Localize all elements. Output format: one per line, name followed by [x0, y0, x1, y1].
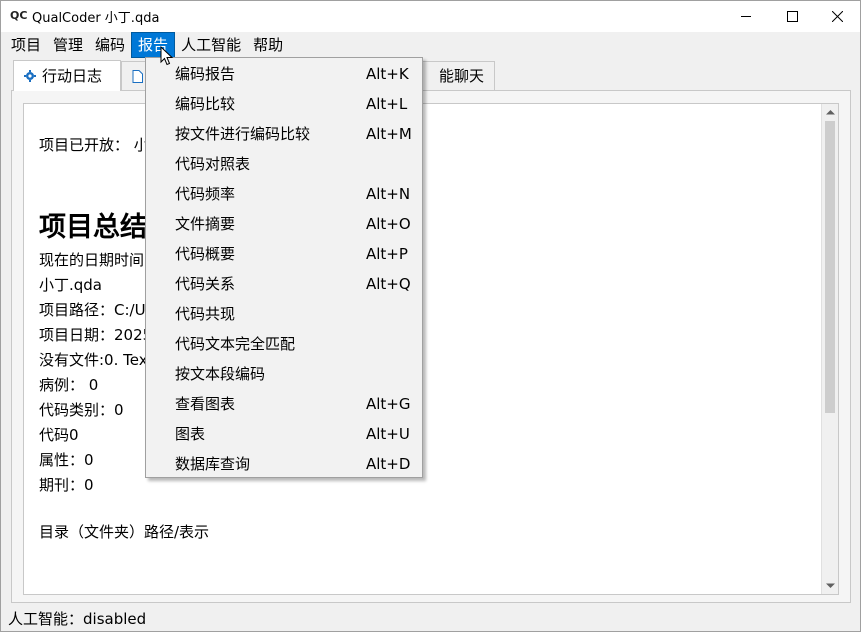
menu-item-label: 代码共现	[175, 305, 236, 323]
menu-item-shortcut: Alt+N	[366, 185, 411, 203]
document-icon	[132, 69, 143, 83]
menu-item-shortcut: Alt+U	[366, 425, 410, 443]
tab-action-log-label: 行动日志	[42, 66, 103, 85]
log-line: 代码0	[39, 426, 79, 444]
menu-item-label: 编码比较	[175, 95, 236, 113]
menu-item-coding-comparison-by-file[interactable]: 按文件进行编码比较 Alt+M	[147, 119, 421, 149]
menu-item-shortcut: Alt+D	[366, 455, 411, 473]
menu-item-charts[interactable]: 图表 Alt+U	[147, 419, 421, 449]
maximize-icon	[786, 11, 798, 22]
menu-item-label: 代码关系	[175, 275, 236, 293]
menu-item-database-query[interactable]: 数据库查询 Alt+D	[147, 449, 421, 479]
action-log-panel: 项目已开放： 小丁 项目总结 现在的日期时间： 小丁.qda 项目路径：C:/U…	[11, 90, 851, 603]
gear-icon	[24, 70, 36, 82]
menu-item-view-graph[interactable]: 查看图表 Alt+G	[147, 389, 421, 419]
menu-item-shortcut: Alt+O	[366, 215, 411, 233]
menu-item-label: 代码对照表	[175, 155, 251, 173]
menu-item-label: 查看图表	[175, 395, 236, 413]
project-summary-heading: 项目总结	[39, 212, 147, 243]
reports-dropdown-menu: 编码报告 Alt+K 编码比较 Alt+L 按文件进行编码比较 Alt+M 代码…	[145, 57, 423, 478]
menu-item-shortcut: Alt+G	[366, 395, 411, 413]
close-icon	[831, 11, 843, 22]
log-line: 代码类别：0	[39, 401, 124, 419]
log-line: 项目日期：2025-	[39, 326, 158, 344]
log-line: 病例： 0	[39, 376, 99, 394]
menu-item-label: 数据库查询	[175, 455, 251, 473]
menu-item-label: 图表	[175, 425, 206, 443]
close-button[interactable]	[814, 1, 860, 32]
menu-ai[interactable]: 人工智能	[175, 32, 247, 58]
maximize-button[interactable]	[769, 1, 815, 32]
minimize-button[interactable]	[723, 1, 769, 32]
menu-item-code-summary[interactable]: 代码概要 Alt+P	[147, 239, 421, 269]
menu-item-code-frequency[interactable]: 代码频率 Alt+N	[147, 179, 421, 209]
minimize-icon	[740, 16, 751, 17]
menu-item-label: 代码文本完全匹配	[175, 335, 296, 353]
menu-item-code-text-exact-match[interactable]: 代码文本完全匹配	[147, 329, 421, 359]
chevron-up-icon	[825, 110, 835, 115]
menu-item-shortcut: Alt+M	[366, 125, 412, 143]
menu-item-shortcut: Alt+P	[366, 245, 408, 263]
tab-ai-chat-label: 能聊天	[438, 66, 484, 85]
menu-item-label: 按文本段编码	[175, 365, 266, 383]
vertical-scrollbar[interactable]	[821, 104, 838, 594]
mouse-cursor-icon	[160, 46, 174, 66]
tab-action-log[interactable]: 行动日志	[13, 60, 121, 91]
menu-item-code-cross-table[interactable]: 代码对照表	[147, 149, 421, 179]
menu-item-file-summary[interactable]: 文件摘要 Alt+O	[147, 209, 421, 239]
chevron-down-icon	[825, 583, 835, 588]
main-window: QC QualCoder 小丁.qda 项目 管理 编码 报告 人工智能 帮助	[0, 0, 861, 632]
menu-bar: 项目 管理 编码 报告 人工智能 帮助	[1, 32, 860, 58]
status-bar: 人工智能：disabled	[8, 610, 147, 628]
scroll-up-button[interactable]	[822, 104, 838, 120]
menu-item-coding-comparison[interactable]: 编码比较 Alt+L	[147, 89, 421, 119]
menu-coding[interactable]: 编码	[89, 32, 131, 58]
directory-text: 目录（文件夹）路径/表示	[39, 523, 210, 541]
menu-project[interactable]: 项目	[5, 32, 47, 58]
menu-item-shortcut: Alt+Q	[366, 275, 411, 293]
menu-item-code-cooccurrence[interactable]: 代码共现	[147, 299, 421, 329]
menu-item-code-by-text-segment[interactable]: 按文本段编码	[147, 359, 421, 389]
log-line: 小丁.qda	[39, 276, 103, 294]
log-line: 没有文件:0. Text	[39, 351, 154, 369]
log-line: 现在的日期时间：	[39, 251, 160, 269]
menu-help[interactable]: 帮助	[247, 32, 289, 58]
menu-item-label: 代码概要	[175, 245, 236, 263]
menu-item-code-relations[interactable]: 代码关系 Alt+Q	[147, 269, 421, 299]
log-line: 期刊：0	[39, 476, 94, 494]
tab-bar: 行动日志 能聊天	[11, 60, 851, 91]
menu-item-label: 文件摘要	[175, 215, 236, 233]
scroll-down-button[interactable]	[822, 578, 838, 594]
menu-item-coding-report[interactable]: 编码报告 Alt+K	[147, 59, 421, 89]
title-bar[interactable]: QC QualCoder 小丁.qda	[1, 1, 860, 32]
qualcoder-logo-icon: QC	[10, 9, 28, 22]
log-line: 属性：0	[39, 451, 94, 469]
menu-item-label: 按文件进行编码比较	[175, 125, 311, 143]
log-line: 项目路径：C:/Us	[39, 301, 154, 319]
menu-manage[interactable]: 管理	[47, 32, 89, 58]
menu-item-shortcut: Alt+K	[366, 65, 409, 83]
menu-item-shortcut: Alt+L	[366, 95, 408, 113]
window-title: QualCoder 小丁.qda	[32, 11, 160, 26]
menu-item-label: 编码报告	[175, 65, 236, 83]
scroll-thumb[interactable]	[825, 121, 835, 413]
menu-item-label: 代码频率	[175, 185, 236, 203]
